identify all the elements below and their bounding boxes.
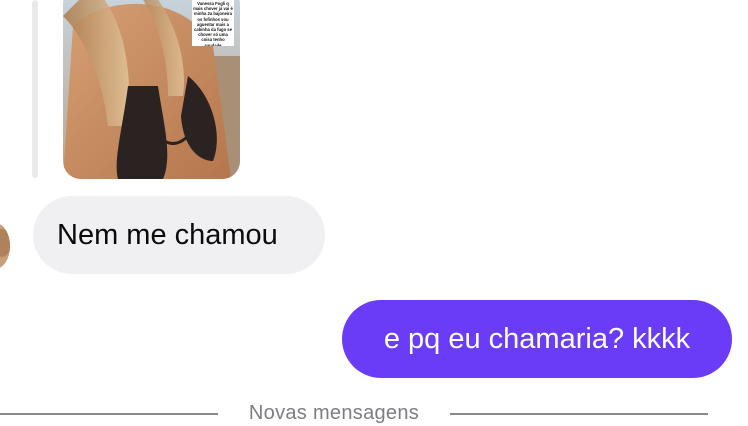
outgoing-message-text: e pq eu chamaria? kkkk: [383, 322, 691, 355]
divider-line-right: [450, 413, 708, 415]
incoming-message-bubble[interactable]: Nem me chamou: [33, 196, 325, 274]
new-messages-label: Novas mensagens: [248, 402, 420, 424]
outgoing-message-bubble[interactable]: e pq eu chamaria? kkkk: [342, 300, 732, 378]
incoming-message-text: Nem me chamou: [57, 218, 278, 251]
new-messages-divider: Novas mensagens: [0, 400, 748, 426]
divider-line-left: [0, 413, 218, 415]
avatar-image: [0, 223, 10, 269]
story-reply-thumbnail[interactable]: Vanessa Fogli q mais chover já vai é min…: [63, 0, 240, 179]
story-caption-text: Vanessa Fogli q mais chover já vai é min…: [192, 0, 234, 46]
reply-indicator-bar: [32, 0, 38, 178]
avatar[interactable]: [0, 223, 10, 269]
